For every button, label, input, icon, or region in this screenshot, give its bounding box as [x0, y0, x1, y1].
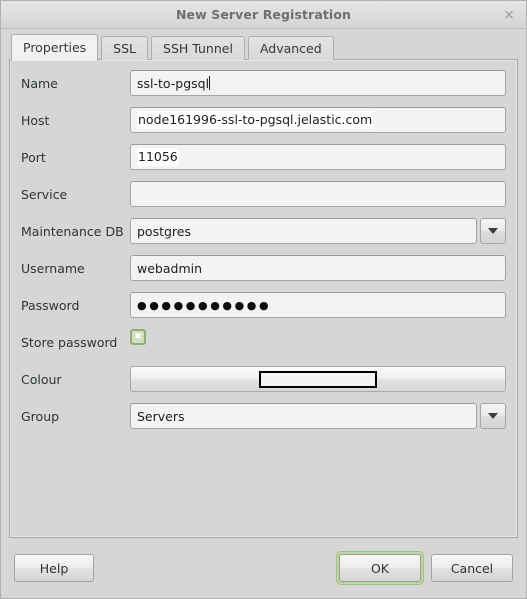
- port-label: Port: [21, 149, 46, 165]
- ok-button[interactable]: OK: [339, 554, 421, 582]
- form-row-service: Service: [21, 181, 506, 207]
- maintenance-db-label: Maintenance DB: [21, 223, 124, 239]
- dialog-body: Properties SSL SSH Tunnel Advanced Name …: [1, 29, 526, 538]
- form-row-host: Host node161996-ssl-to-pgsql.jelastic.co…: [21, 107, 506, 133]
- ok-button-focus-ring: OK: [336, 551, 424, 585]
- chevron-down-icon[interactable]: [480, 218, 506, 244]
- form-row-password: Password ●●●●●●●●●●●: [21, 292, 506, 318]
- properties-tab-panel: Name ssl-to-pgsql Host node161996-ssl-to…: [9, 59, 518, 538]
- colour-picker-button[interactable]: [130, 366, 506, 392]
- host-label: Host: [21, 112, 50, 128]
- port-input-value: 11056: [137, 148, 179, 166]
- footer-actions: OK Cancel: [336, 551, 513, 585]
- group-field-wrap: Servers: [130, 403, 506, 429]
- store-password-checkbox[interactable]: ✖: [130, 329, 146, 345]
- form-row-colour: Colour: [21, 366, 506, 392]
- host-input-value: node161996-ssl-to-pgsql.jelastic.com: [137, 111, 374, 129]
- name-label: Name: [21, 75, 58, 91]
- username-label: Username: [21, 260, 85, 276]
- tab-properties[interactable]: Properties: [11, 34, 99, 61]
- colour-field-wrap: [130, 366, 506, 392]
- dialog-titlebar: New Server Registration ×: [1, 1, 526, 29]
- tab-ssh-tunnel[interactable]: SSH Tunnel: [151, 36, 245, 60]
- group-label: Group: [21, 408, 60, 424]
- store-password-label: Store password: [21, 334, 118, 350]
- dialog-footer: Help OK Cancel: [1, 538, 526, 598]
- host-input[interactable]: node161996-ssl-to-pgsql.jelastic.com: [130, 107, 506, 133]
- password-input[interactable]: ●●●●●●●●●●●: [130, 292, 506, 318]
- form-row-maintenance-db: Maintenance DB postgres: [21, 218, 506, 244]
- form-row-group: Group Servers: [21, 403, 506, 429]
- form-row-username: Username webadmin: [21, 255, 506, 281]
- group-combobox[interactable]: Servers: [130, 403, 506, 429]
- colour-swatch: [259, 370, 377, 388]
- username-input-value: webadmin: [137, 260, 203, 276]
- tabstrip: Properties SSL SSH Tunnel Advanced: [9, 33, 518, 61]
- name-input[interactable]: ssl-to-pgsql: [130, 70, 506, 96]
- triangle-glyph: [488, 413, 498, 419]
- help-button[interactable]: Help: [14, 554, 94, 582]
- username-input[interactable]: webadmin: [130, 255, 506, 281]
- dialog-title: New Server Registration: [175, 7, 352, 22]
- service-label: Service: [21, 186, 68, 202]
- maintenance-db-field-wrap: postgres: [130, 218, 506, 244]
- form-row-name: Name ssl-to-pgsql: [21, 70, 506, 96]
- triangle-glyph: [488, 228, 498, 234]
- password-input-value: ●●●●●●●●●●●: [137, 298, 272, 312]
- group-input-value: Servers: [137, 408, 185, 424]
- password-field-wrap: ●●●●●●●●●●●: [130, 292, 506, 318]
- cancel-button[interactable]: Cancel: [431, 554, 513, 582]
- text-caret: [209, 76, 211, 90]
- maintenance-db-input[interactable]: postgres: [130, 218, 477, 244]
- group-input[interactable]: Servers: [130, 403, 477, 429]
- maintenance-db-combobox[interactable]: postgres: [130, 218, 506, 244]
- tab-ssl[interactable]: SSL: [101, 36, 149, 60]
- username-field-wrap: webadmin: [130, 255, 506, 281]
- form-row-store-password: Store password ✖: [21, 329, 506, 355]
- host-field-wrap: node161996-ssl-to-pgsql.jelastic.com: [130, 107, 506, 133]
- service-input[interactable]: [130, 181, 506, 207]
- port-input[interactable]: 11056: [130, 144, 506, 170]
- chevron-down-icon[interactable]: [480, 403, 506, 429]
- service-field-wrap: [130, 181, 506, 207]
- colour-label: Colour: [21, 371, 62, 387]
- name-input-value: ssl-to-pgsql: [137, 75, 210, 91]
- tab-advanced[interactable]: Advanced: [247, 36, 334, 60]
- form-row-port: Port 11056: [21, 144, 506, 170]
- close-icon[interactable]: ×: [500, 6, 518, 24]
- name-field-wrap: ssl-to-pgsql: [130, 70, 506, 96]
- new-server-registration-dialog: New Server Registration × Properties SSL…: [0, 0, 527, 599]
- password-label: Password: [21, 297, 80, 313]
- port-field-wrap: 11056: [130, 144, 506, 170]
- checkmark-icon: ✖: [134, 331, 142, 342]
- store-password-field-wrap: ✖: [130, 329, 146, 355]
- maintenance-db-value: postgres: [137, 223, 191, 239]
